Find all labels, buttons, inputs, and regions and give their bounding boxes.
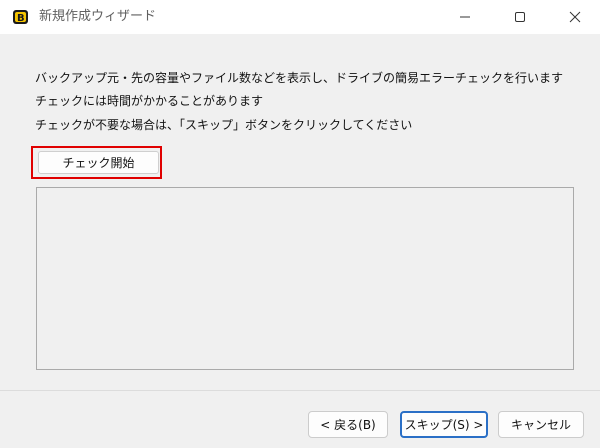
wizard-window: B 新規作成ウィザード バックアップ元・先の容量やファイル数などを表示し、ドライ… bbox=[0, 0, 600, 448]
check-results-panel bbox=[36, 187, 574, 370]
app-logo-icon: B bbox=[12, 8, 30, 26]
cancel-button[interactable]: キャンセル bbox=[498, 411, 584, 438]
maximize-icon bbox=[515, 12, 525, 22]
close-button[interactable] bbox=[552, 0, 598, 34]
back-button[interactable]: < 戻る(B) bbox=[308, 411, 388, 438]
start-check-button[interactable]: チェック開始 bbox=[38, 151, 159, 174]
message-line-2: チェックには時間がかかることがあります bbox=[35, 94, 264, 108]
minimize-icon bbox=[460, 16, 470, 18]
title-bar: B 新規作成ウィザード bbox=[0, 0, 600, 34]
wizard-content: バックアップ元・先の容量やファイル数などを表示し、ドライブの簡易エラーチェックを… bbox=[0, 34, 600, 390]
message-line-3: チェックが不要な場合は、「スキップ」ボタンをクリックしてください bbox=[35, 118, 413, 132]
svg-text:B: B bbox=[17, 13, 25, 24]
minimize-button[interactable] bbox=[442, 0, 488, 34]
maximize-button[interactable] bbox=[497, 0, 543, 34]
skip-button[interactable]: スキップ(S) > bbox=[400, 411, 488, 438]
window-title: 新規作成ウィザード bbox=[39, 9, 157, 24]
close-icon bbox=[569, 11, 581, 23]
wizard-footer: < 戻る(B) スキップ(S) > キャンセル bbox=[0, 391, 600, 448]
message-line-1: バックアップ元・先の容量やファイル数などを表示し、ドライブの簡易エラーチェックを… bbox=[35, 71, 564, 85]
